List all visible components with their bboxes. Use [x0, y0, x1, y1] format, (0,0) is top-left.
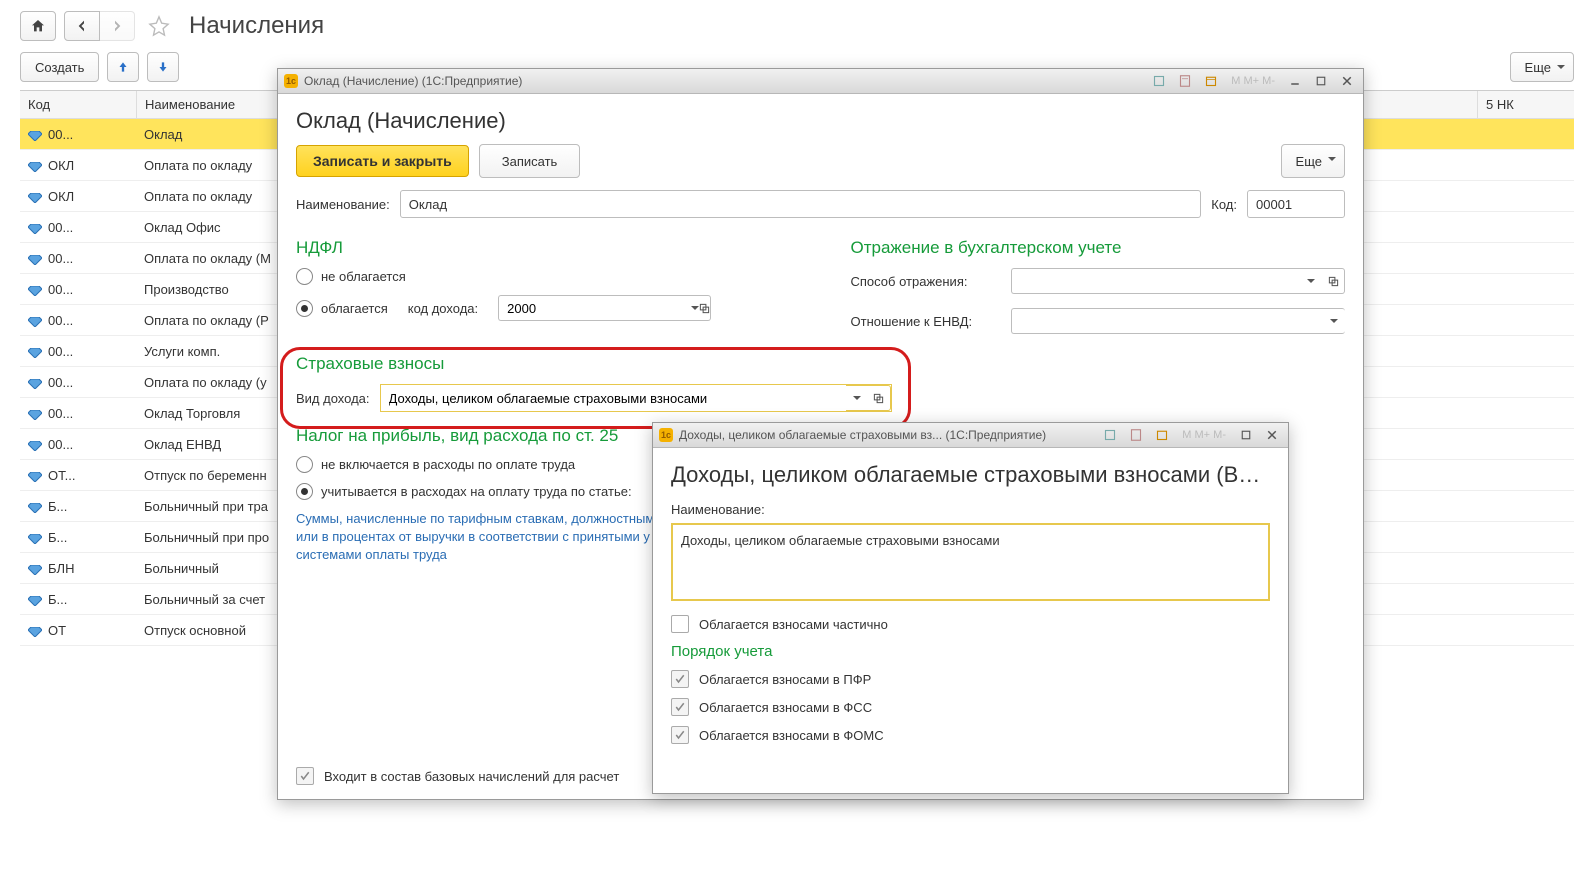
save-button[interactable]: Записать — [479, 144, 581, 178]
dropdown-icon[interactable] — [691, 295, 699, 321]
code-input[interactable] — [1247, 190, 1345, 218]
income-code-combo[interactable] — [498, 295, 628, 321]
envd-combo[interactable] — [1011, 308, 1346, 334]
diamond-icon — [28, 439, 42, 449]
envd-label: Отношение к ЕНВД: — [851, 314, 1001, 329]
open-dialog-icon[interactable] — [1322, 268, 1345, 294]
income-code-input[interactable] — [498, 295, 691, 321]
name-label: Наименование: — [296, 197, 390, 212]
fss-checkbox[interactable]: Облагается взносами в ФСС — [671, 698, 1270, 716]
method-label: Способ отражения: — [851, 274, 1001, 289]
ndfl-title: НДФЛ — [296, 238, 791, 258]
page-title: Начисления — [189, 12, 324, 40]
dropdown-icon[interactable] — [846, 385, 868, 411]
titlebar-tool-1-icon[interactable] — [1100, 426, 1120, 444]
base-accrual-checkbox[interactable]: Входит в состав базовых начислений для р… — [296, 767, 619, 785]
titlebar[interactable]: 1c Доходы, целиком облагаемые страховыми… — [653, 423, 1288, 448]
diamond-icon — [28, 284, 42, 294]
titlebar-calc-icon[interactable] — [1126, 426, 1146, 444]
foms-checkbox[interactable]: Облагается взносами в ФОМС — [671, 726, 1270, 744]
close-button[interactable] — [1262, 426, 1282, 444]
diamond-icon — [28, 160, 42, 170]
method-combo[interactable] — [1011, 268, 1346, 294]
income-kind-input[interactable] — [381, 385, 846, 411]
create-button[interactable]: Создать — [20, 52, 99, 82]
partial-checkbox[interactable]: Облагается взносами частично — [671, 615, 1270, 633]
move-up-button[interactable] — [107, 52, 139, 82]
diamond-icon — [28, 377, 42, 387]
window-title: Доходы, целиком облагаемые страховыми вз… — [671, 462, 1270, 488]
col-extra[interactable]: 5 НК — [1478, 91, 1574, 119]
minimize-button[interactable] — [1285, 72, 1305, 90]
diamond-icon — [28, 129, 42, 139]
diamond-icon — [28, 346, 42, 356]
envd-input[interactable] — [1011, 308, 1324, 334]
titlebar-text: Доходы, целиком облагаемые страховыми вз… — [679, 428, 1046, 442]
pfr-checkbox[interactable]: Облагается взносами в ПФР — [671, 670, 1270, 688]
save-close-button[interactable]: Записать и закрыть — [296, 145, 469, 177]
titlebar-text: Оклад (Начисление) (1С:Предприятие) — [304, 74, 522, 88]
maximize-button[interactable] — [1236, 426, 1256, 444]
app-icon: 1c — [284, 74, 298, 88]
diamond-icon — [28, 501, 42, 511]
back-button[interactable] — [64, 11, 100, 41]
open-dialog-icon[interactable] — [868, 385, 891, 411]
app-icon: 1c — [659, 428, 673, 442]
code-label: Код: — [1211, 197, 1237, 212]
close-button[interactable] — [1337, 72, 1357, 90]
titlebar-calendar-icon[interactable] — [1152, 426, 1172, 444]
diamond-icon — [28, 222, 42, 232]
favorite-button[interactable] — [143, 10, 175, 42]
diamond-icon — [28, 408, 42, 418]
diamond-icon — [28, 563, 42, 573]
income-kind-combo[interactable] — [380, 384, 892, 412]
move-down-button[interactable] — [147, 52, 179, 82]
memory-indicator: M M+ M- — [1178, 429, 1230, 441]
window-title: Оклад (Начисление) — [296, 108, 1345, 134]
diamond-icon — [28, 470, 42, 480]
order-title: Порядок учета — [671, 643, 1270, 660]
more-button[interactable]: Еще — [1510, 52, 1574, 82]
forward-button[interactable] — [100, 11, 135, 41]
diamond-icon — [28, 191, 42, 201]
memory-indicator: M M+ M- — [1227, 75, 1279, 87]
open-dialog-icon[interactable] — [699, 295, 711, 321]
diamond-icon — [28, 253, 42, 263]
name-textarea[interactable]: Доходы, целиком облагаемые страховыми вз… — [671, 523, 1270, 601]
name-label: Наименование: — [671, 502, 1270, 517]
diamond-icon — [28, 625, 42, 635]
accounting-title: Отражение в бухгалтерском учете — [851, 238, 1346, 258]
titlebar-tool-1-icon[interactable] — [1149, 72, 1169, 90]
col-code[interactable]: Код — [20, 91, 137, 119]
titlebar-calendar-icon[interactable] — [1201, 72, 1221, 90]
name-input[interactable] — [400, 190, 1202, 218]
diamond-icon — [28, 594, 42, 604]
diamond-icon — [28, 315, 42, 325]
ndfl-taxed-option[interactable]: облагается код дохода: — [296, 295, 791, 321]
dropdown-icon[interactable] — [1300, 268, 1322, 294]
ndfl-not-taxed-option[interactable]: не облагается — [296, 268, 791, 285]
win-more-button[interactable]: Еще — [1281, 144, 1345, 178]
window-income-kind: 1c Доходы, целиком облагаемые страховыми… — [652, 422, 1289, 794]
titlebar[interactable]: 1c Оклад (Начисление) (1С:Предприятие) M… — [278, 69, 1363, 94]
diamond-icon — [28, 532, 42, 542]
home-button[interactable] — [20, 11, 56, 41]
top-bar: Начисления — [0, 0, 1594, 48]
titlebar-calc-icon[interactable] — [1175, 72, 1195, 90]
maximize-button[interactable] — [1311, 72, 1331, 90]
method-input[interactable] — [1011, 268, 1301, 294]
dropdown-icon[interactable] — [1323, 308, 1345, 334]
insurance-title: Страховые взносы — [296, 354, 1345, 374]
income-kind-label: Вид дохода: — [296, 391, 370, 406]
